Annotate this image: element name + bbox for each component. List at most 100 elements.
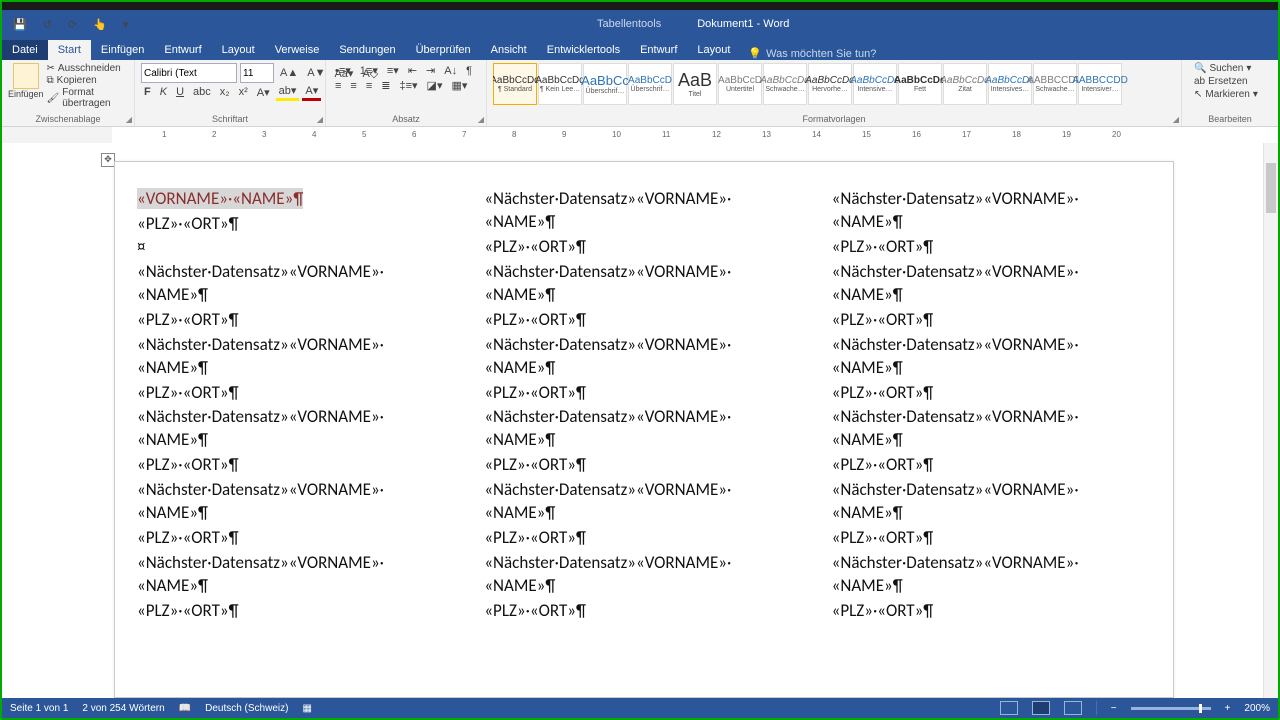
label-cell[interactable]: «Nächster·Datensatz»«VORNAME»·«NAME»¶«PL… [832,406,1151,477]
label-cell[interactable]: «Nächster·Datensatz»«VORNAME»·«NAME»¶«PL… [484,334,803,405]
tab-entwicklertools[interactable]: Entwicklertools [537,40,630,60]
paste-button[interactable]: Einfügen [8,63,44,99]
multilevel-button[interactable]: ≡▾ [384,63,402,78]
dialog-launcher-icon[interactable]: ◢ [478,115,484,124]
zoom-in-button[interactable]: + [1225,703,1231,714]
align-right-button[interactable]: ≡ [363,79,375,93]
spellcheck-icon[interactable]: 📖 [179,703,191,714]
zoom-level[interactable]: 200% [1244,703,1270,714]
vertical-scrollbar[interactable] [1263,143,1278,698]
style-berschrif[interactable]: AaBbCcDÜberschrif… [628,63,672,105]
justify-button[interactable]: ≣ [378,78,393,93]
label-cell[interactable]: «Nächster·Datensatz»«VORNAME»·«NAME»¶«PL… [484,406,803,477]
tab-ansicht[interactable]: Ansicht [481,40,537,60]
style-standard[interactable]: AaBbCcDd¶ Standard [493,63,537,105]
word-count[interactable]: 2 von 254 Wörtern [82,703,164,714]
style-schwache[interactable]: AaBbCcDdSchwache… [1033,63,1077,105]
horizontal-ruler[interactable]: 1234567891011121314151617181920 [2,127,1278,144]
undo-button[interactable]: ↺ [40,17,55,32]
grow-font-button[interactable]: A▲ [277,66,301,80]
tab-start[interactable]: Start [48,40,91,60]
strike-button[interactable]: abc [190,85,214,99]
tab-file[interactable]: Datei [2,40,48,60]
shading-button[interactable]: ◪▾ [424,78,446,93]
print-layout-button[interactable] [1032,701,1050,715]
table-move-handle-icon[interactable]: ✥ [101,153,115,167]
copy-button[interactable]: ⧉Kopieren [47,75,128,86]
label-cell[interactable]: «Nächster·Datensatz»«VORNAME»·«NAME»¶«PL… [832,552,1151,623]
italic-button[interactable]: K [157,85,170,99]
align-center-button[interactable]: ≡ [347,79,359,93]
tab-entwurf[interactable]: Entwurf [630,40,687,60]
sort-button[interactable]: A↓ [441,64,460,78]
page-indicator[interactable]: Seite 1 von 1 [10,703,68,714]
highlight-button[interactable]: ab▾ [276,83,300,101]
label-cell[interactable]: «Nächster·Datensatz»«VORNAME»·«NAME»¶«PL… [484,552,803,623]
label-cell[interactable]: «Nächster·Datensatz»«VORNAME»·«NAME»¶«PL… [137,552,456,623]
superscript-button[interactable]: x² [236,85,251,99]
read-mode-button[interactable] [1000,701,1018,715]
style-titel[interactable]: AaBTitel [673,63,717,105]
style-zitat[interactable]: AaBbCcDdZitat [943,63,987,105]
select-button[interactable]: ↖Markieren▾ [1194,89,1272,100]
tab-entwurf[interactable]: Entwurf [154,40,211,60]
subscript-button[interactable]: x₂ [217,85,233,99]
label-cell[interactable]: «Nächster·Datensatz»«VORNAME»·«NAME»¶«PL… [137,479,456,550]
style-keinlee[interactable]: AaBbCcDd¶ Kein Lee… [538,63,582,105]
replace-button[interactable]: abErsetzen [1194,76,1272,87]
save-button[interactable]: 💾 [10,17,30,32]
label-cell[interactable]: «Nächster·Datensatz»«VORNAME»·«NAME»¶«PL… [832,334,1151,405]
tell-me[interactable]: 💡 Was möchten Sie tun? [748,47,876,60]
style-schwache[interactable]: AaBbCcDdSchwache… [763,63,807,105]
style-intensiver[interactable]: AaBbCcDdIntensiver… [1078,63,1122,105]
web-layout-button[interactable] [1064,701,1082,715]
style-hervorhe[interactable]: AaBbCcDdHervorhe… [808,63,852,105]
label-cell[interactable]: «Nächster·Datensatz»«VORNAME»·«NAME»¶«PL… [137,334,456,405]
tab-sendungen[interactable]: Sendungen [329,40,405,60]
label-cell[interactable]: «Nächster·Datensatz»«VORNAME»·«NAME»¶«PL… [484,188,803,259]
font-size-combo[interactable] [240,63,274,83]
style-berschrif[interactable]: AaBbCcÜberschrif… [583,63,627,105]
language-indicator[interactable]: Deutsch (Schweiz) [205,703,288,714]
label-cell[interactable]: «Nächster·Datensatz»«VORNAME»·«NAME»¶«PL… [832,479,1151,550]
label-cell[interactable]: «Nächster·Datensatz»«VORNAME»·«NAME»¶«PL… [484,479,803,550]
find-button[interactable]: 🔍Suchen▾ [1194,63,1272,74]
style-intensive[interactable]: AaBbCcDdIntensive… [853,63,897,105]
tab-überprüfen[interactable]: Überprüfen [406,40,481,60]
page[interactable]: «VORNAME»·«NAME»¶«PLZ»·«ORT»¶¤«Nächster·… [114,161,1174,698]
qat-more[interactable]: ▾ [120,17,132,32]
line-spacing-button[interactable]: ‡≡▾ [396,78,420,93]
zoom-slider[interactable] [1131,707,1211,710]
align-left-button[interactable]: ≡ [332,79,344,93]
label-cell[interactable]: «Nächster·Datensatz»«VORNAME»·«NAME»¶«PL… [137,261,456,332]
dialog-launcher-icon[interactable]: ◢ [126,115,132,124]
touch-mode-button[interactable]: 👆 [90,17,110,32]
tab-layout[interactable]: Layout [687,40,740,60]
bullets-button[interactable]: •≡▾ [332,63,354,78]
label-cell[interactable]: «Nächster·Datensatz»«VORNAME»·«NAME»¶«PL… [832,188,1151,259]
decrease-indent-button[interactable]: ⇤ [405,63,420,78]
vertical-ruler[interactable] [4,147,14,694]
macro-icon[interactable]: ▦ [302,703,311,714]
label-cell[interactable]: «Nächster·Datensatz»«VORNAME»·«NAME»¶«PL… [137,406,456,477]
font-color-button[interactable]: A▾ [302,83,321,101]
label-cell[interactable]: «Nächster·Datensatz»«VORNAME»·«NAME»¶«PL… [484,261,803,332]
tab-verweise[interactable]: Verweise [265,40,330,60]
zoom-out-button[interactable]: − [1111,703,1117,714]
bold-button[interactable]: F [141,85,154,99]
tab-einfügen[interactable]: Einfügen [91,40,154,60]
dialog-launcher-icon[interactable]: ◢ [1173,115,1179,124]
show-marks-button[interactable]: ¶ [463,64,475,78]
redo-button[interactable]: ⟳ [65,17,80,32]
label-cell[interactable]: «VORNAME»·«NAME»¶«PLZ»·«ORT»¶¤ [137,188,456,259]
borders-button[interactable]: ▦▾ [448,78,470,93]
style-intensives[interactable]: AaBbCcDdIntensives… [988,63,1032,105]
label-cell[interactable]: «Nächster·Datensatz»«VORNAME»·«NAME»¶«PL… [832,261,1151,332]
shrink-font-button[interactable]: A▼ [304,66,328,80]
style-gallery[interactable]: AaBbCcDd¶ StandardAaBbCcDd¶ Kein Lee…AaB… [493,63,1173,105]
tab-layout[interactable]: Layout [212,40,265,60]
dialog-launcher-icon[interactable]: ◢ [317,115,323,124]
cut-button[interactable]: ✂Ausschneiden [47,63,128,74]
numbering-button[interactable]: 1≡▾ [357,63,381,78]
font-name-combo[interactable] [141,63,237,83]
